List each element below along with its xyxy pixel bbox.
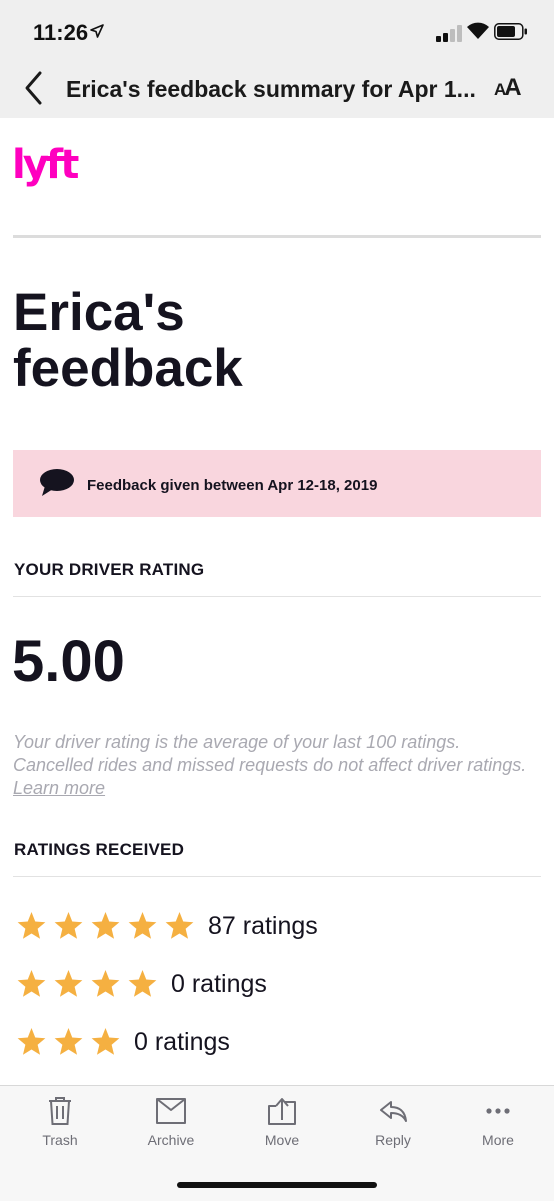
ratings-received-divider	[13, 876, 541, 877]
more-button[interactable]: More	[453, 1096, 543, 1148]
text-size-button[interactable]: AA	[494, 74, 522, 102]
home-indicator	[177, 1182, 377, 1188]
rating-row-4-star: 0 ratings	[13, 968, 267, 1000]
driver-rating-label: YOUR DRIVER RATING	[14, 560, 205, 579]
driver-rating-divider	[13, 596, 541, 597]
star-icon	[128, 912, 157, 939]
move-button[interactable]: Move	[237, 1096, 327, 1148]
headline-line-1: Erica's	[13, 283, 185, 342]
driver-rating-value: 5.00	[12, 629, 125, 694]
text-size-big-glyph: A	[504, 74, 521, 101]
move-label: Move	[264, 1132, 300, 1148]
rating-count: 0 ratings	[134, 1027, 230, 1056]
star-icon	[165, 912, 194, 939]
reply-button[interactable]: Reply	[348, 1096, 438, 1148]
svg-text:lyft: lyft	[12, 142, 79, 188]
star-icon	[17, 1028, 46, 1055]
text-size-small-glyph: A	[494, 80, 506, 99]
star-icon	[91, 912, 120, 939]
star-icon	[54, 1028, 83, 1055]
trash-icon	[49, 1097, 71, 1125]
nav-bar: Erica's feedback summary for Apr 1... AA	[0, 62, 554, 118]
speech-bubble-icon	[40, 469, 74, 496]
learn-more-link[interactable]: Learn more	[13, 778, 105, 798]
email-subject-title: Erica's feedback summary for Apr 1...	[66, 76, 476, 102]
star-icon	[54, 912, 83, 939]
five-star-group	[13, 910, 198, 942]
star-icon	[17, 970, 46, 997]
star-icon	[91, 970, 120, 997]
star-icon	[128, 970, 157, 997]
reply-label: Reply	[375, 1132, 411, 1148]
star-icon	[17, 912, 46, 939]
cellular-signal-icon	[436, 24, 464, 42]
ratings-received-label: RATINGS RECEIVED	[14, 840, 185, 859]
rating-note: Your driver rating is the average of you…	[13, 731, 533, 800]
three-star-group	[13, 1026, 124, 1058]
reply-arrow-icon	[380, 1101, 407, 1122]
wifi-icon	[467, 22, 489, 39]
more-label: More	[482, 1132, 514, 1148]
battery-icon	[494, 23, 527, 40]
star-icon	[91, 1028, 120, 1055]
feedback-period-text: Feedback given between Apr 12-18, 2019	[87, 477, 378, 494]
star-icon	[54, 970, 83, 997]
move-folder-icon	[268, 1098, 296, 1125]
trash-label: Trash	[42, 1132, 78, 1148]
feedback-period-banner: Feedback given between Apr 12-18, 2019	[13, 450, 541, 517]
headline-line-2: feedback	[13, 339, 243, 398]
archive-button[interactable]: Archive	[126, 1096, 216, 1148]
status-time: 11:26	[33, 20, 89, 45]
rating-count: 87 ratings	[208, 911, 318, 940]
rating-row-3-star: 0 ratings	[13, 1026, 230, 1058]
rating-note-text: Your driver rating is the average of you…	[13, 732, 527, 775]
rating-count: 0 ratings	[171, 969, 267, 998]
back-chevron-icon[interactable]	[22, 70, 46, 106]
four-star-group	[13, 968, 161, 1000]
header-divider	[13, 235, 541, 238]
archive-label: Archive	[147, 1132, 195, 1148]
location-arrow-icon	[90, 24, 104, 38]
rating-row-5-star: 87 ratings	[13, 910, 318, 942]
more-dots-icon	[486, 1108, 510, 1114]
status-bar: 11:26	[0, 0, 554, 62]
lyft-logo: lyft	[12, 142, 82, 188]
archive-icon	[156, 1098, 186, 1124]
email-headline: Erica's feedback	[13, 285, 243, 397]
trash-button[interactable]: Trash	[15, 1096, 105, 1148]
